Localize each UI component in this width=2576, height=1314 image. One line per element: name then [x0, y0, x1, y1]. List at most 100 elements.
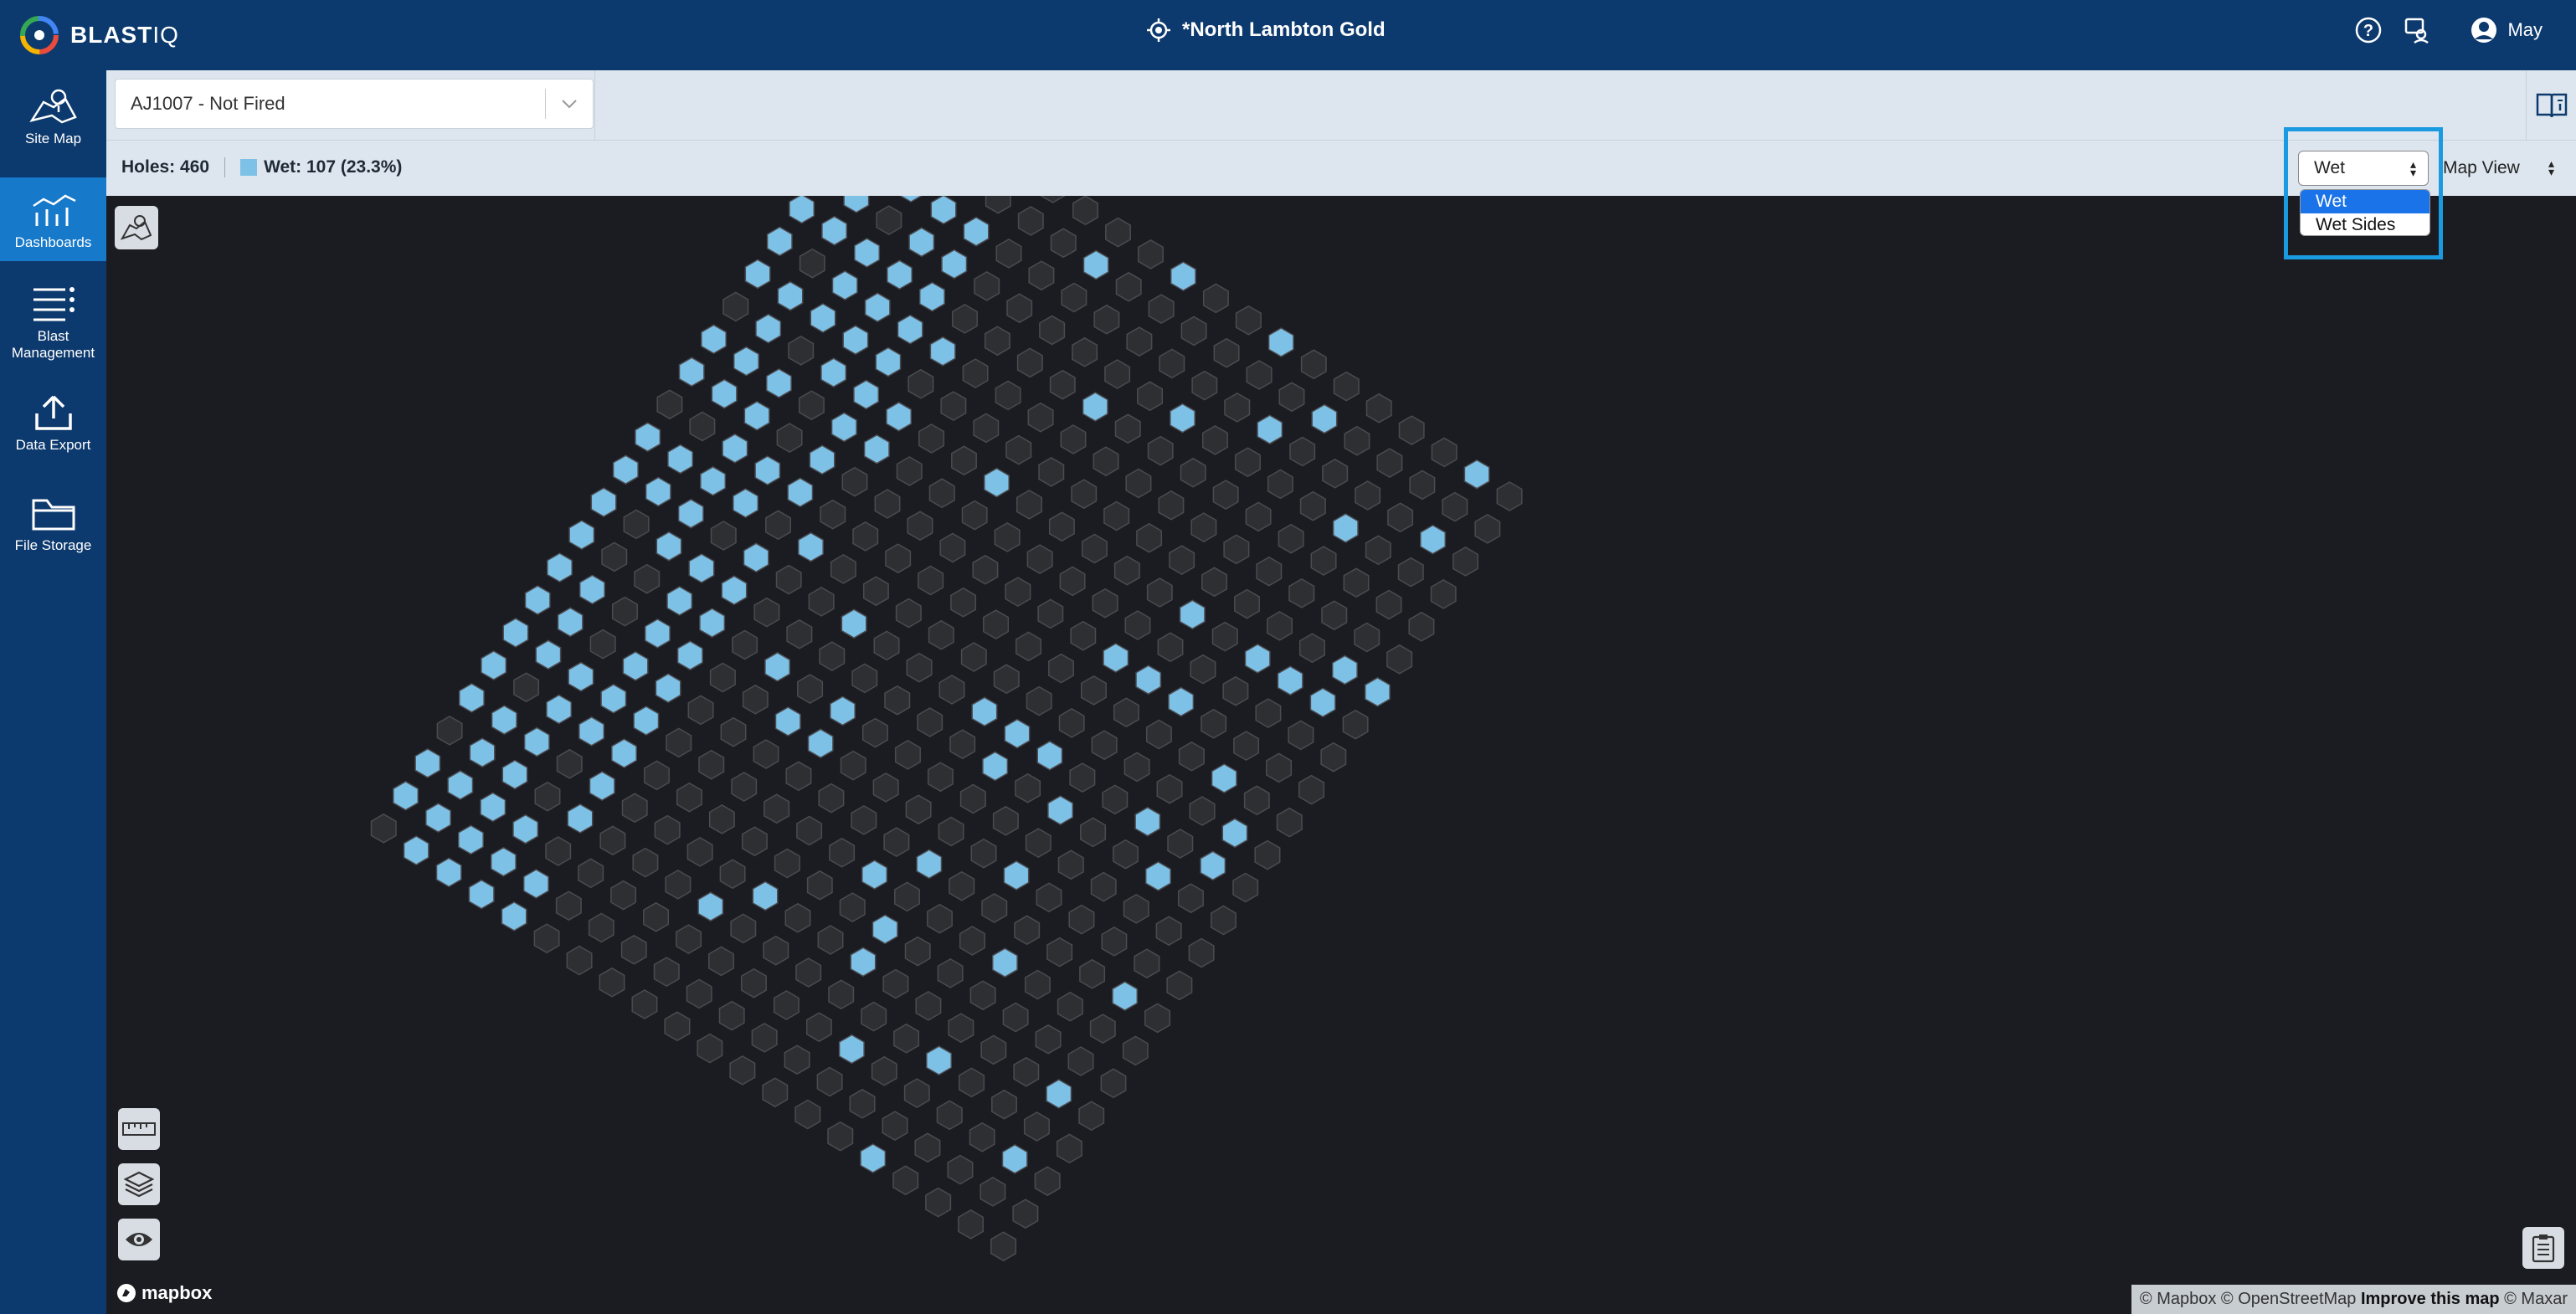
blast-hole[interactable]	[908, 368, 934, 399]
blast-hole[interactable]	[907, 511, 933, 542]
blast-hole[interactable]	[1148, 294, 1175, 324]
blast-hole[interactable]	[589, 629, 616, 660]
blast-hole[interactable]	[1157, 632, 1184, 663]
blast-hole[interactable]	[1103, 643, 1129, 673]
chevron-down-icon[interactable]	[546, 99, 593, 109]
blast-hole[interactable]	[1167, 829, 1194, 859]
support-icon[interactable]	[2402, 15, 2432, 45]
blast-hole[interactable]	[936, 1100, 963, 1131]
blast-hole[interactable]	[861, 1001, 887, 1032]
blast-hole[interactable]	[1134, 806, 1161, 837]
app-logo[interactable]: BLASTIQ	[18, 12, 179, 59]
blast-hole[interactable]	[1232, 872, 1259, 903]
blast-hole[interactable]	[1386, 644, 1413, 675]
blast-hole[interactable]	[1267, 611, 1293, 641]
blast-hole[interactable]	[1311, 403, 1338, 434]
blast-hole[interactable]	[927, 762, 954, 793]
blast-hole[interactable]	[1012, 1199, 1039, 1229]
blast-hole[interactable]	[611, 738, 637, 768]
blast-hole[interactable]	[722, 291, 749, 322]
blast-hole[interactable]	[1036, 882, 1062, 913]
blast-hole[interactable]	[764, 651, 791, 682]
blast-hole[interactable]	[1013, 1056, 1040, 1087]
blast-hole[interactable]	[816, 1066, 843, 1097]
blast-hole[interactable]	[1278, 523, 1304, 554]
blast-hole[interactable]	[512, 814, 539, 844]
blast-hole[interactable]	[414, 748, 441, 778]
blast-hole[interactable]	[971, 696, 998, 727]
blast-hole[interactable]	[665, 870, 692, 900]
blast-hole[interactable]	[991, 947, 1018, 978]
blast-hole[interactable]	[567, 803, 594, 834]
blast-hole-hex-grid[interactable]	[106, 196, 2576, 1314]
blast-hole[interactable]	[1039, 315, 1066, 346]
blast-hole[interactable]	[621, 793, 648, 824]
blast-hole[interactable]	[928, 619, 954, 650]
blast-hole[interactable]	[1190, 512, 1217, 542]
blast-hole[interactable]	[984, 467, 1010, 498]
blast-hole[interactable]	[1137, 239, 1164, 269]
blast-hole[interactable]	[1235, 305, 1262, 336]
blast-hole[interactable]	[854, 238, 881, 268]
blast-hole[interactable]	[862, 576, 889, 607]
blast-hole[interactable]	[851, 663, 878, 694]
blast-hole[interactable]	[588, 912, 614, 943]
blast-hole[interactable]	[863, 434, 890, 465]
blast-hole[interactable]	[1155, 916, 1182, 947]
blast-hole[interactable]	[1298, 774, 1325, 805]
blast-hole[interactable]	[1080, 675, 1107, 706]
blast-hole[interactable]	[960, 642, 987, 672]
blast-hole[interactable]	[1024, 969, 1051, 1000]
blast-hole[interactable]	[789, 196, 815, 224]
blast-hole[interactable]	[876, 205, 902, 235]
blast-hole[interactable]	[1093, 304, 1120, 335]
blast-hole[interactable]	[710, 521, 737, 551]
blast-hole[interactable]	[774, 848, 800, 879]
blast-hole[interactable]	[995, 239, 1022, 269]
blast-hole[interactable]	[797, 674, 824, 704]
attribution-improve-link[interactable]: Improve this map	[2361, 1290, 2500, 1308]
blast-hole[interactable]	[1093, 446, 1119, 477]
blast-hole[interactable]	[1100, 1068, 1127, 1099]
blast-hole[interactable]	[894, 881, 920, 912]
blast-hole[interactable]	[754, 455, 781, 485]
blast-hole[interactable]	[850, 947, 877, 978]
blast-hole[interactable]	[686, 837, 713, 867]
blast-hole[interactable]	[959, 783, 986, 814]
attribution-mapbox[interactable]: © Mapbox	[2140, 1290, 2216, 1308]
blast-hole[interactable]	[1201, 425, 1228, 455]
blast-hole[interactable]	[1035, 1024, 1062, 1055]
blast-hole[interactable]	[808, 587, 835, 617]
blast-hole[interactable]	[740, 968, 767, 998]
blast-hole[interactable]	[794, 1099, 821, 1130]
blast-hole[interactable]	[787, 477, 814, 508]
blast-hole[interactable]	[765, 510, 791, 541]
blast-hole[interactable]	[948, 1013, 974, 1044]
blast-hole[interactable]	[676, 640, 703, 671]
blast-hole[interactable]	[994, 522, 1021, 552]
blast-hole[interactable]	[491, 705, 517, 736]
blast-hole[interactable]	[611, 596, 638, 627]
blast-hole[interactable]	[853, 379, 880, 410]
blast-hole[interactable]	[959, 926, 985, 956]
blast-hole[interactable]	[667, 444, 694, 475]
blast-hole[interactable]	[1375, 589, 1402, 620]
blast-hole[interactable]	[839, 892, 866, 922]
blast-hole[interactable]	[700, 465, 727, 496]
blast-hole[interactable]	[1179, 599, 1206, 630]
blast-hole[interactable]	[1047, 795, 1074, 825]
blast-hole[interactable]	[1136, 522, 1163, 553]
blast-hole[interactable]	[555, 891, 582, 921]
blast-hole[interactable]	[1014, 915, 1041, 946]
blast-hole[interactable]	[905, 794, 932, 825]
blast-hole[interactable]	[1288, 578, 1315, 608]
blast-hole[interactable]	[635, 422, 661, 453]
blast-hole[interactable]	[982, 751, 1009, 782]
blast-hole[interactable]	[1003, 860, 1030, 891]
blast-hole[interactable]	[1146, 577, 1173, 608]
blast-hole[interactable]	[1113, 839, 1139, 870]
blast-hole[interactable]	[742, 684, 769, 715]
blast-hole[interactable]	[469, 737, 496, 768]
blast-hole[interactable]	[1046, 1079, 1072, 1109]
blast-hole[interactable]	[687, 695, 714, 726]
